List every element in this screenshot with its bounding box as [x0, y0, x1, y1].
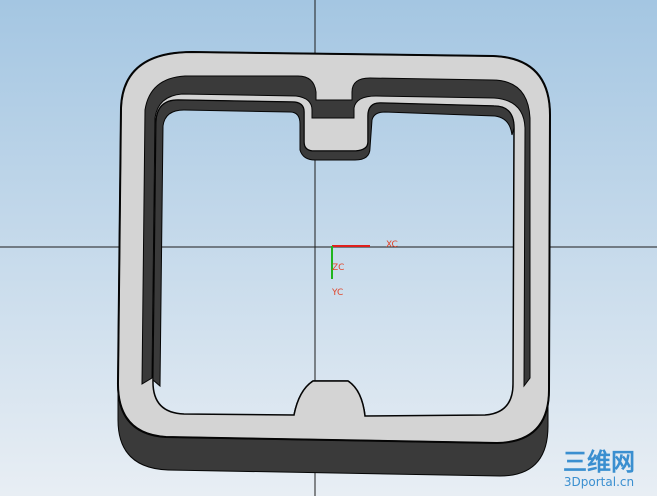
wcs-z-label: ZC — [332, 263, 344, 273]
wcs-x-label: XC — [386, 240, 398, 250]
watermark-url: 3Dportal.cn — [564, 475, 634, 489]
watermark-logo: 三维网 3Dportal.cn — [549, 446, 649, 490]
model-canvas[interactable]: XC ZC YC — [0, 0, 657, 496]
wcs-y-label: YC — [331, 288, 343, 298]
watermark-logo-text: 三维网 — [563, 448, 635, 476]
graphics-viewport[interactable]: XC ZC YC 三维网 3Dportal.cn — [0, 0, 657, 496]
